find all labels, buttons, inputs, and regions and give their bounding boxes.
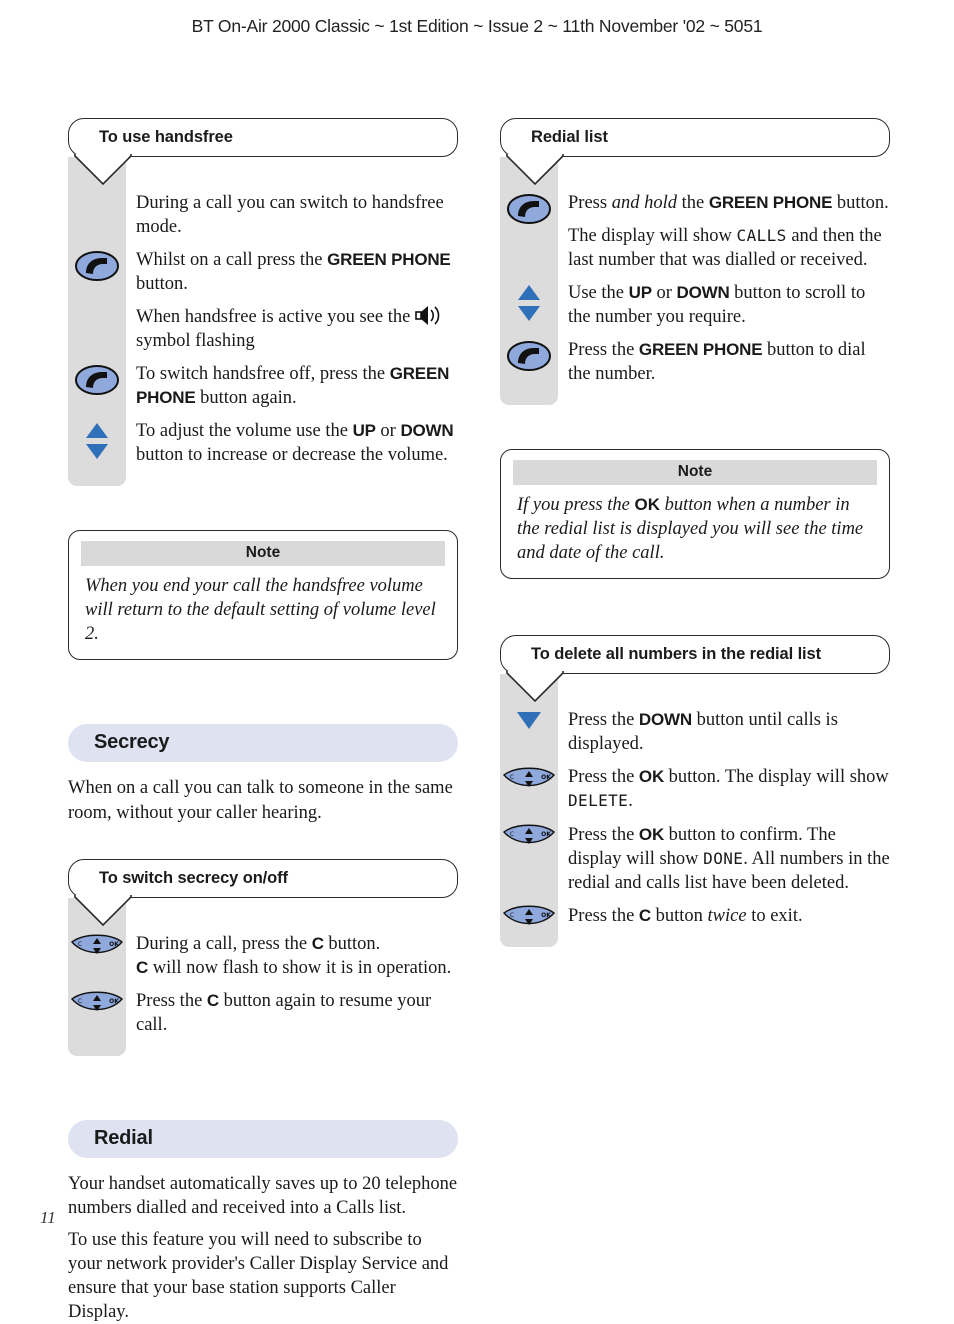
svg-text:C: C (510, 774, 514, 781)
page-header-title: BT On-Air 2000 Classic ~ 1st Edition ~ I… (191, 16, 763, 36)
step-icon-slot (500, 708, 558, 765)
step-text: To switch handsfree off, press the GREEN… (136, 364, 450, 409)
step-icon-slot: C OK (68, 989, 126, 1046)
note-box-handsfree: Note When you end your call the handsfre… (68, 530, 458, 661)
section-heading-secrecy: Secrecy (68, 724, 458, 763)
note-header: Note (81, 541, 445, 567)
procedure-body: During a call you can switch to handsfre… (68, 157, 458, 487)
green-phone-button-icon[interactable] (506, 193, 552, 230)
step-icon-slot (68, 419, 126, 476)
step-text: Whilst on a call press the GREEN PHONE b… (136, 250, 451, 295)
nav-key-icon[interactable]: C OK (70, 934, 124, 963)
redial-paragraph-1: Your handset automatically saves up to 2… (68, 1173, 458, 1218)
up-down-button-icon[interactable] (84, 421, 110, 466)
up-down-button-icon[interactable] (516, 283, 542, 328)
step-text: Use the UP or DOWN button to scroll to t… (568, 283, 866, 328)
icon-rail (68, 157, 126, 487)
step-icon-slot (500, 191, 558, 224)
step-icon-slot (68, 248, 126, 305)
note-box-redial: Note If you press the OK button when a n… (500, 449, 890, 580)
step-icon-slot: C OK (68, 932, 126, 989)
svg-text:C: C (78, 998, 82, 1005)
step-list: During a call you can switch to handsfre… (126, 157, 458, 486)
svg-text:OK: OK (109, 941, 119, 948)
svg-text:OK: OK (541, 831, 551, 838)
step-list: Press the DOWN button until calls is dis… (558, 674, 890, 946)
procedure-title-bubble: To use handsfree (68, 118, 458, 186)
icon-rail: C OK C OK C OK (500, 674, 558, 947)
procedure-title: To switch secrecy on/off (99, 868, 288, 887)
procedure-title: To use handsfree (99, 128, 233, 146)
redial-paragraph-2: To use this feature you will need to sub… (68, 1229, 449, 1322)
procedure-body: C OK C OK C OK Press the DOWN button unt… (500, 674, 890, 947)
step-text: To adjust the volume use the UP or DOWN … (136, 421, 454, 466)
right-column: Redial list Press and hold the GREEN PHO… (500, 118, 890, 947)
step-text: Press the GREEN PHONE button to dial the… (568, 340, 866, 385)
bubble-tail-icon (505, 671, 569, 705)
secrecy-paragraph: When on a call you can talk to someone i… (68, 778, 453, 823)
procedure-to-use-handsfree: To use handsfree During a call you can s… (68, 118, 458, 487)
note-body: When you end your call the handsfree vol… (85, 576, 436, 644)
procedure-body: Press and hold the GREEN PHONE button. Th… (500, 157, 890, 406)
svg-text:C: C (510, 912, 514, 919)
step-list: Press and hold the GREEN PHONE button. Th… (558, 157, 890, 405)
step-text: Press and hold the GREEN PHONE button. (568, 193, 889, 213)
svg-text:OK: OK (109, 998, 119, 1005)
svg-text:OK: OK (541, 912, 551, 919)
step-text: During a call you can switch to handsfre… (136, 193, 444, 238)
page-header: BT On-Air 2000 Classic ~ 1st Edition ~ I… (0, 16, 954, 37)
step-text: When handsfree is active you see the sym… (136, 305, 458, 353)
step-icon-slot: C OK (500, 903, 558, 936)
procedure-delete-redial-list: To delete all numbers in the redial list… (500, 635, 890, 947)
step-icon-slot (500, 338, 558, 395)
step-text: The display will show CALLS and then the… (568, 226, 882, 271)
bubble-tail-icon (73, 154, 137, 188)
step-text: Press the OK button to confirm. The disp… (568, 824, 890, 893)
step-icon-slot (68, 305, 126, 362)
step-icon-slot: C OK (500, 765, 558, 822)
nav-key-icon[interactable]: C OK (502, 905, 556, 934)
page-number: 11 (40, 1208, 56, 1227)
step-text: Press the C button twice to exit. (568, 905, 803, 926)
nav-key-icon[interactable]: C OK (502, 767, 556, 796)
svg-text:OK: OK (541, 774, 551, 781)
note-body: If you press the OK button when a number… (517, 495, 864, 563)
green-phone-button-icon[interactable] (74, 364, 120, 401)
down-button-icon[interactable] (516, 710, 542, 735)
step-icon-slot: C OK (500, 822, 558, 903)
procedure-title: To delete all numbers in the redial list (531, 645, 822, 664)
procedure-title-bubble: To switch secrecy on/off (68, 858, 458, 926)
icon-rail (500, 157, 558, 406)
step-text: During a call, press the C button. C will… (136, 933, 452, 978)
section-heading-redial: Redial (68, 1119, 458, 1158)
note-header: Note (513, 460, 877, 486)
step-icon-slot (500, 224, 558, 281)
svg-text:C: C (78, 941, 82, 948)
procedure-to-switch-secrecy: To switch secrecy on/off C OK C OK Durin… (68, 858, 458, 1056)
step-text: Press the DOWN button until calls is dis… (568, 710, 838, 755)
bubble-tail-icon (73, 894, 137, 929)
green-phone-button-icon[interactable] (74, 250, 120, 287)
procedure-title: Redial list (531, 128, 608, 146)
step-icon-slot (500, 281, 558, 338)
nav-key-icon[interactable]: C OK (502, 824, 556, 853)
nav-key-icon[interactable]: C OK (70, 991, 124, 1020)
step-icon-slot (68, 191, 126, 248)
step-list: During a call, press the C button. C will… (126, 898, 458, 1056)
step-icon-slot (68, 362, 126, 419)
green-phone-button-icon[interactable] (506, 340, 552, 377)
svg-text:C: C (510, 831, 514, 838)
left-column: To use handsfree During a call you can s… (68, 118, 458, 1324)
step-text: Press the C button again to resume your … (136, 990, 432, 1035)
procedure-title-bubble: To delete all numbers in the redial list (500, 635, 890, 703)
speaker-icon (415, 305, 441, 326)
procedure-redial-list: Redial list Press and hold the GREEN PHO… (500, 118, 890, 406)
step-text: Press the OK button. The display will sh… (568, 767, 889, 812)
bubble-tail-icon (505, 154, 569, 188)
procedure-title-bubble: Redial list (500, 118, 890, 186)
